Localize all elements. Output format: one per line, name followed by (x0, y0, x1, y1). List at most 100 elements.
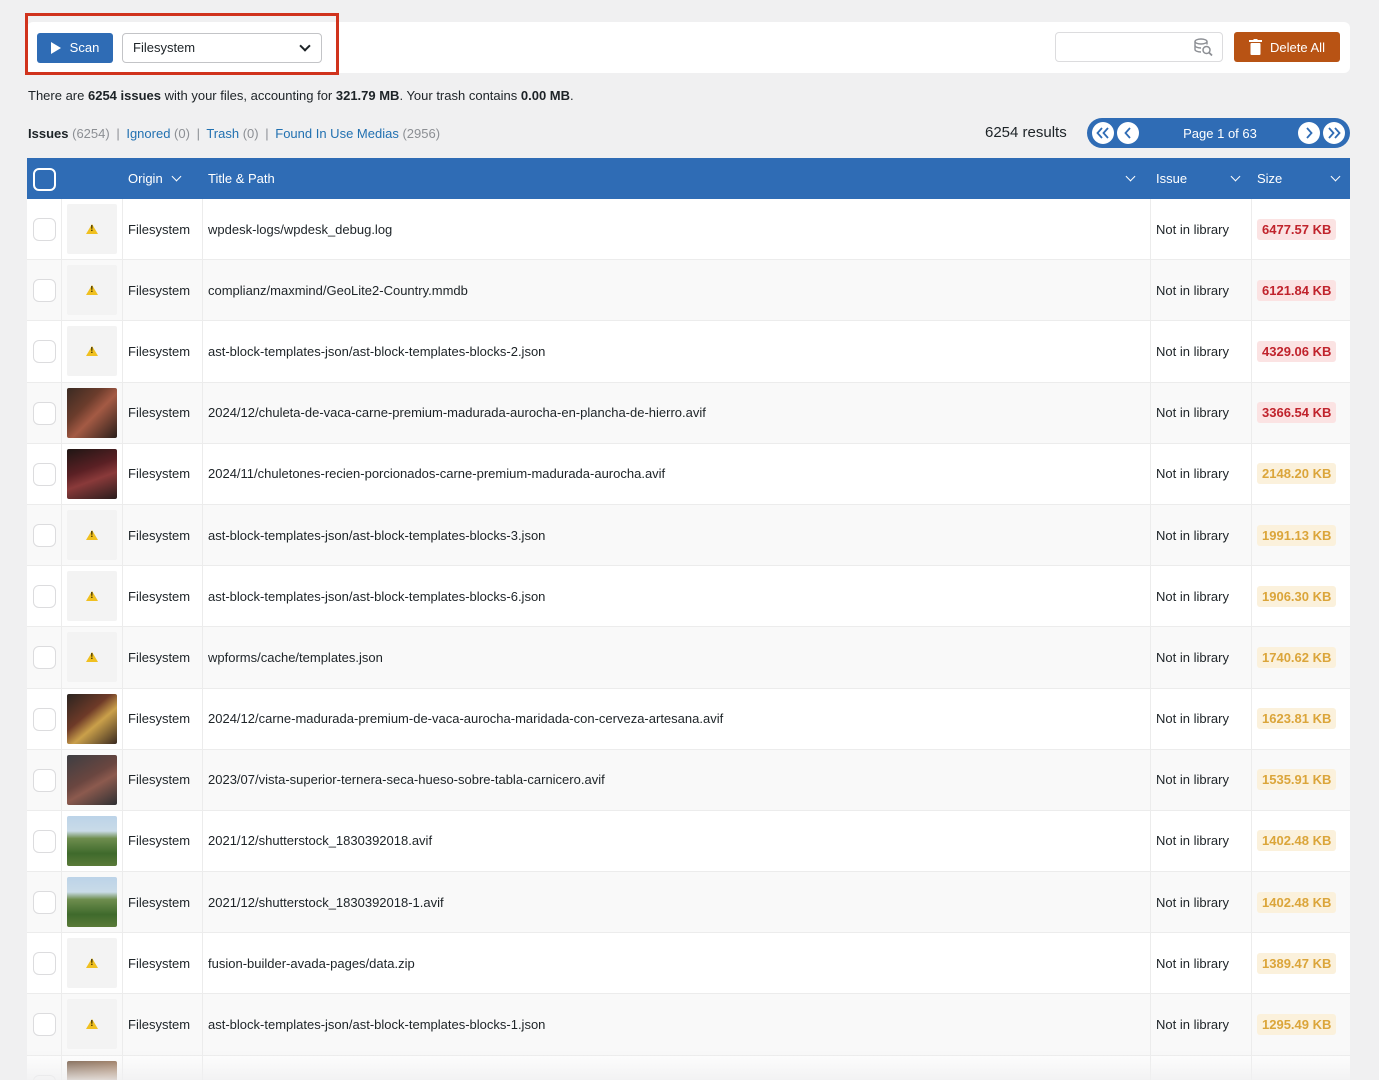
row-path-cell: wpforms/cache/templates.json (208, 627, 383, 687)
column-divider (1251, 321, 1252, 382)
filter-ignored[interactable]: Ignored (126, 126, 170, 141)
image-thumbnail (67, 754, 117, 805)
table-row[interactable]: Filesystem ast-block-templates-json/ast-b… (27, 504, 1350, 567)
row-checkbox[interactable] (33, 523, 56, 547)
column-divider (1251, 443, 1252, 504)
filter-trash[interactable]: Trash (206, 126, 239, 141)
table-row[interactable]: Filesystem fusion-builder-avada-pages/dat… (27, 933, 1350, 995)
column-divider (1150, 260, 1151, 321)
row-size-badge: 1295.49 KB (1257, 1014, 1337, 1036)
status-filters: Issues (6254) | Ignored (0) | Trash (0) … (28, 126, 440, 141)
row-origin: Filesystem (128, 711, 191, 727)
row-path: ast-block-templates-json/ast-block-templ… (208, 527, 546, 543)
row-checkbox[interactable] (33, 218, 56, 241)
table-row[interactable]: Filesystem 2021/12/shutterstock_183039201… (27, 810, 1350, 873)
row-checkbox[interactable] (33, 707, 56, 731)
row-issue-cell: Not in library (1156, 383, 1229, 443)
column-issue[interactable]: Issue (1156, 158, 1241, 199)
row-checkbox[interactable] (33, 1074, 56, 1080)
column-divider (1150, 382, 1151, 443)
row-checkbox[interactable] (33, 462, 56, 486)
warning-icon (86, 652, 98, 663)
row-size-badge: 6121.84 KB (1257, 279, 1337, 301)
column-divider (61, 321, 62, 382)
column-divider (1251, 1055, 1252, 1080)
row-checkbox[interactable] (33, 1013, 56, 1037)
row-path-cell: 2021/12/shutterstock_1830392018-1.avif (208, 872, 444, 932)
row-issue-cell: Not in library (1156, 444, 1229, 504)
table-row[interactable]: Filesystem 2024/12/carne-madurada-premium… (27, 688, 1350, 750)
row-origin-cell: Filesystem (128, 750, 190, 810)
column-origin[interactable]: Origin (128, 158, 182, 199)
row-origin-cell: Filesystem (128, 689, 190, 749)
summary-issues-count: 6254 issues (87, 88, 161, 103)
row-size-badge: 1991.13 KB (1257, 524, 1337, 546)
row-path: 2021/12/shutterstock_1830392018.avif (208, 833, 433, 849)
row-origin: Filesystem (128, 282, 191, 298)
column-divider (202, 566, 203, 627)
table-row[interactable] (27, 1055, 1350, 1080)
row-checkbox[interactable] (33, 340, 56, 364)
row-size-badge-cell: 6477.57 KB (1257, 199, 1337, 259)
row-checkbox[interactable] (33, 891, 56, 915)
table-row[interactable]: Filesystem ast-block-templates-json/ast-b… (27, 321, 1350, 383)
column-divider (202, 749, 203, 810)
next-page-button[interactable] (1298, 122, 1320, 144)
origin-select[interactable]: Filesystem (122, 32, 322, 63)
column-divider (122, 688, 123, 749)
row-checkbox[interactable] (33, 768, 56, 792)
row-checkbox[interactable] (33, 829, 56, 853)
table-row[interactable]: Filesystem ast-block-templates-json/ast-b… (27, 566, 1350, 628)
row-issue: Not in library (1156, 955, 1229, 971)
column-divider (202, 933, 203, 994)
filter-found-in-use[interactable]: Found In Use Medias (275, 126, 399, 141)
table-row[interactable]: Filesystem ast-block-templates-json/ast-b… (27, 994, 1350, 1056)
scan-button[interactable]: Scan (37, 32, 113, 63)
column-divider (122, 321, 123, 382)
table-row[interactable]: Filesystem complianz/maxmind/GeoLite2-Cou… (27, 260, 1350, 322)
column-divider (122, 933, 123, 994)
table-row[interactable]: Filesystem wpforms/cache/templates.json No… (27, 627, 1350, 689)
summary-pre: There are (28, 88, 88, 103)
row-origin: Filesystem (128, 649, 191, 665)
first-page-button[interactable] (1092, 122, 1114, 144)
row-checkbox[interactable] (33, 646, 56, 670)
filter-issues[interactable]: Issues (28, 126, 68, 141)
file-thumbnail (67, 265, 117, 316)
select-all-checkbox[interactable] (33, 168, 56, 191)
search-database-icon[interactable] (1194, 38, 1213, 60)
prev-page-button[interactable] (1117, 122, 1139, 144)
table-row[interactable]: Filesystem wpdesk-logs/wpdesk_debug.log No… (27, 199, 1350, 261)
row-issue-cell: Not in library (1156, 505, 1229, 565)
summary-size: 321.79 MB (335, 88, 400, 103)
table-row[interactable]: Filesystem 2023/07/vista-superior-ternera… (27, 749, 1350, 811)
row-checkbox[interactable] (33, 952, 56, 976)
table-row[interactable]: Filesystem 2024/12/chuleta-de-vaca-carne-… (27, 382, 1350, 444)
row-issue: Not in library (1156, 772, 1229, 788)
search-input[interactable] (1056, 33, 1186, 61)
row-checkbox[interactable] (33, 279, 56, 303)
table-row[interactable]: Filesystem 2024/11/chuletones-recien-porc… (27, 443, 1350, 505)
origin-select-value: Filesystem (133, 40, 196, 55)
column-title-sort[interactable] (1125, 158, 1136, 199)
row-checkbox[interactable] (33, 401, 56, 425)
row-checkbox[interactable] (33, 585, 56, 609)
row-issue: Not in library (1156, 833, 1229, 849)
column-divider (202, 199, 203, 260)
row-issue-cell: Not in library (1156, 811, 1229, 871)
row-issue-cell: Not in library (1156, 994, 1229, 1054)
row-path-cell: ast-block-templates-json/ast-block-templ… (208, 505, 545, 565)
search-box[interactable] (1055, 32, 1223, 62)
table-row[interactable]: Filesystem 2021/12/shutterstock_183039201… (27, 872, 1350, 934)
row-path: 2024/12/carne-madurada-premium-de-vaca-a… (208, 711, 724, 727)
row-path-cell: complianz/maxmind/GeoLite2-Country.mmdb (208, 260, 468, 320)
column-origin-label: Origin (128, 171, 163, 186)
row-issue: Not in library (1156, 527, 1229, 543)
column-size[interactable]: Size (1257, 158, 1341, 199)
image-thumbnail (67, 693, 117, 744)
column-title[interactable]: Title & Path (208, 158, 275, 199)
last-page-button[interactable] (1323, 122, 1345, 144)
column-divider (61, 566, 62, 627)
delete-all-button[interactable]: Delete All (1234, 32, 1340, 62)
chevron-left-icon (1124, 127, 1131, 139)
